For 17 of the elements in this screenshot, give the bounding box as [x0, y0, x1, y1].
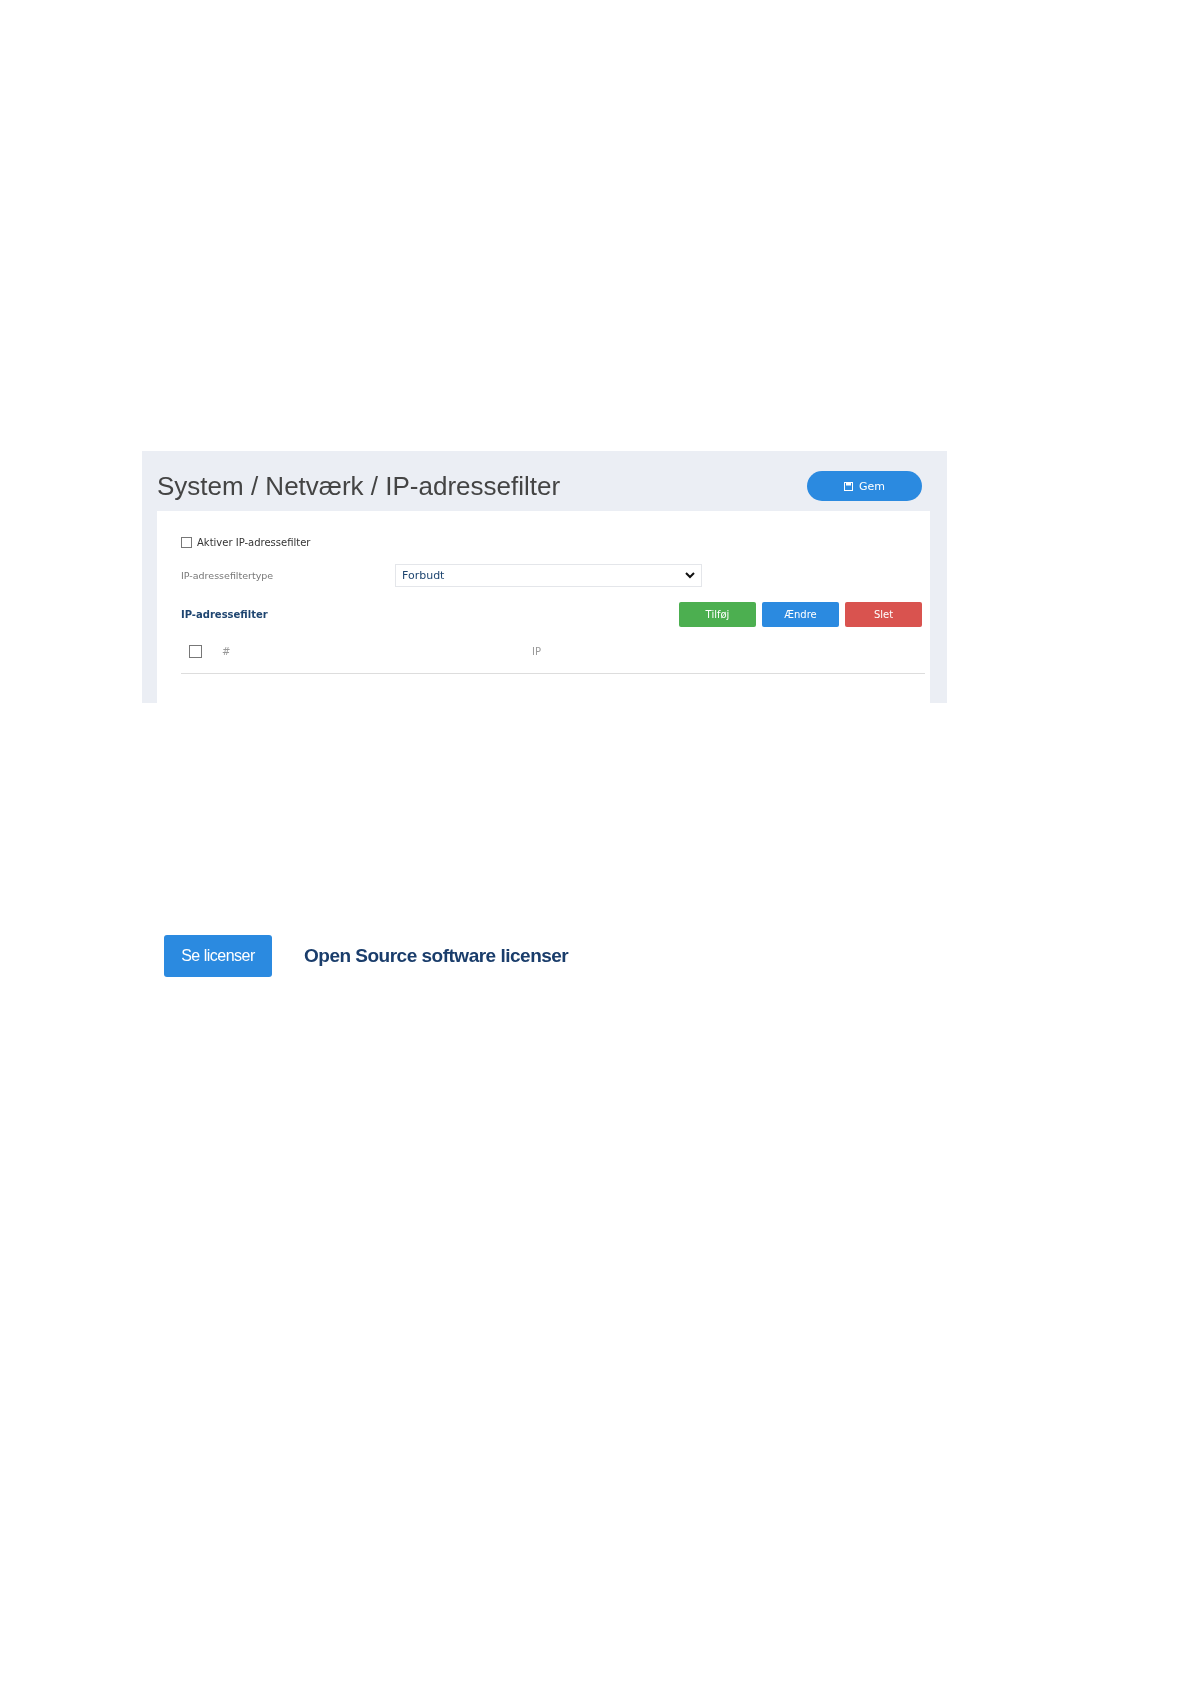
save-icon: [844, 481, 853, 491]
save-button[interactable]: Gem: [807, 471, 922, 501]
chevron-down-icon: [685, 572, 695, 579]
delete-button[interactable]: Slet: [845, 602, 922, 627]
checkbox[interactable]: [181, 537, 192, 548]
add-button[interactable]: Tilføj: [679, 602, 756, 627]
page-title: System / Netværk / IP-adressefilter: [157, 470, 561, 502]
filter-type-dropdown[interactable]: Forbudt: [395, 564, 702, 587]
column-header: IP: [532, 645, 541, 657]
select-all-checkbox[interactable]: [189, 644, 202, 658]
view-licenses-button[interactable]: Se licenser: [164, 935, 272, 977]
edit-button[interactable]: Ændre: [762, 602, 839, 627]
licenses-label: Open Source software licenser: [304, 945, 569, 967]
field-label: IP-adressefiltertype: [181, 570, 275, 581]
checkbox-label: Aktiver IP-adressefilter: [197, 537, 311, 548]
column-header: #: [222, 645, 232, 657]
section-title: IP-adressefilter: [181, 609, 268, 620]
